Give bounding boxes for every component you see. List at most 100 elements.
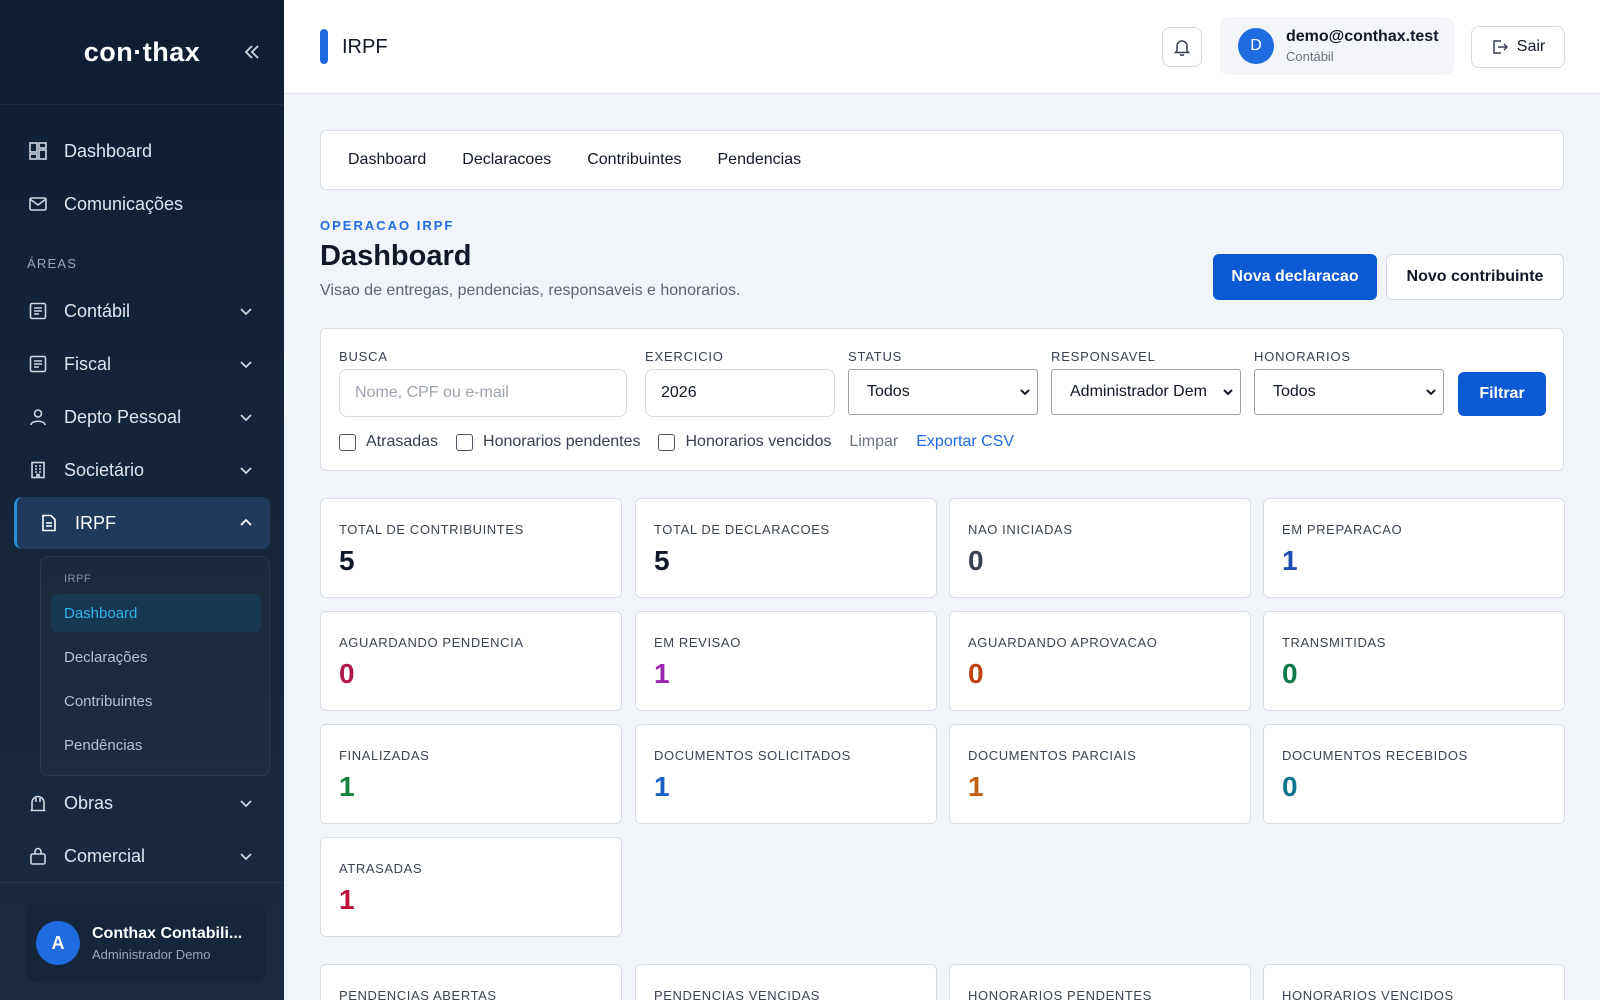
avatar: A	[36, 921, 80, 965]
new-taxpayer-button[interactable]: Novo contribuinte	[1386, 254, 1564, 300]
sidebar-item-label: Societário	[64, 459, 145, 480]
submenu-label: IRPF	[64, 573, 92, 585]
chevron-down-icon	[1223, 389, 1233, 396]
logout-button[interactable]: Sair	[1471, 26, 1565, 68]
sidebar-item-label: IRPF	[75, 512, 117, 533]
document-icon	[39, 513, 59, 533]
stat-value: 1	[339, 771, 355, 802]
stat-label: EM REVISAO	[654, 635, 741, 650]
stat-label: TRANSMITIDAS	[1282, 635, 1386, 650]
logout-icon	[1493, 40, 1508, 54]
stat-card: PENDENCIAS ABERTAS	[320, 964, 622, 1000]
honorarios-select-value: Todos	[1273, 383, 1316, 400]
app-logo: con·thax	[83, 36, 201, 67]
exercicio-input[interactable]: 2026	[645, 369, 835, 417]
chevron-up-icon	[240, 518, 252, 526]
chevron-down-icon	[240, 467, 252, 475]
stat-card: DOCUMENTOS RECEBIDOS 0	[1263, 724, 1565, 824]
chevron-down-icon	[1020, 389, 1030, 396]
stat-label: TOTAL DE DECLARACOES	[654, 522, 830, 537]
responsavel-select[interactable]: Administrador Dem	[1051, 369, 1241, 415]
search-input[interactable]: Nome, CPF ou e-mail	[339, 369, 627, 417]
stat-card: HONORARIOS VENCIDOS	[1263, 964, 1565, 1000]
checkbox-box[interactable]	[456, 433, 474, 451]
tab-contribuintes[interactable]: Contribuintes	[587, 151, 681, 169]
status-select[interactable]: Todos	[848, 369, 1038, 415]
section-label: ÁREAS	[27, 256, 78, 271]
filter-button[interactable]: Filtrar	[1458, 372, 1546, 416]
title-accent	[320, 29, 328, 64]
account-menu[interactable]: D demo@conthax.test Contábil	[1220, 17, 1454, 75]
topbar: IRPF D demo@conthax.test Contábil Sair	[284, 0, 1600, 94]
busca-label: BUSCA	[339, 349, 388, 364]
tab-declaracoes[interactable]: Declaracoes	[462, 151, 551, 169]
stat-label: EM PREPARACAO	[1282, 522, 1403, 537]
stat-label: HONORARIOS VENCIDOS	[1282, 988, 1454, 1000]
clear-filters-link[interactable]: Limpar	[849, 433, 898, 451]
checkbox-box[interactable]	[339, 433, 356, 451]
stat-value: 1	[654, 771, 670, 802]
stat-card: DOCUMENTOS SOLICITADOS 1	[635, 724, 937, 824]
stat-value: 0	[968, 545, 984, 576]
sidebar-item-irpf[interactable]: IRPF	[14, 497, 270, 549]
stat-card: TRANSMITIDAS 0	[1263, 611, 1565, 711]
stat-card: EM REVISAO 1	[635, 611, 937, 711]
sidebar-item-obras[interactable]: Obras	[14, 777, 270, 829]
user-icon	[28, 407, 48, 427]
honorarios-pendentes-checkbox[interactable]: Honorarios pendentes	[456, 433, 640, 451]
stat-label: DOCUMENTOS RECEBIDOS	[1282, 748, 1468, 763]
atrasadas-checkbox[interactable]: Atrasadas	[339, 433, 438, 451]
chevron-down-icon	[240, 361, 252, 369]
submenu-item-pendencias[interactable]: Pendências	[51, 726, 261, 764]
sidebar-item-comunicacoes[interactable]: Comunicações	[14, 178, 270, 230]
collapse-sidebar-icon[interactable]	[240, 40, 264, 64]
sidebar-item-dashboard[interactable]: Dashboard	[14, 125, 270, 177]
chevron-down-icon	[240, 308, 252, 316]
export-csv-link[interactable]: Exportar CSV	[916, 433, 1014, 451]
exercicio-label: EXERCICIO	[645, 349, 724, 364]
tab-dashboard[interactable]: Dashboard	[348, 151, 426, 169]
honorarios-vencidos-checkbox[interactable]: Honorarios vencidos	[658, 433, 831, 451]
checkbox-box[interactable]	[658, 433, 676, 451]
building-icon	[28, 460, 48, 480]
stat-value: 5	[654, 545, 670, 576]
page-section-title: IRPF	[342, 36, 388, 58]
organization-name: Conthax Contabili...	[92, 924, 243, 942]
sidebar-item-societario[interactable]: Societário	[14, 444, 270, 496]
bell-icon	[1173, 40, 1191, 56]
responsavel-label: RESPONSAVEL	[1051, 349, 1156, 364]
account-email: demo@conthax.test	[1286, 28, 1439, 45]
stat-label: DOCUMENTOS SOLICITADOS	[654, 748, 851, 763]
sidebar-item-comercial[interactable]: Comercial	[14, 830, 270, 882]
checkbox-label: Atrasadas	[366, 433, 439, 450]
new-declaration-button[interactable]: Nova declaracao	[1213, 254, 1377, 300]
sidebar-item-label: Comunicações	[64, 193, 184, 214]
stat-label: AGUARDANDO PENDENCIA	[339, 635, 524, 650]
sidebar-footer: A Conthax Contabili... Administrador Dem…	[0, 882, 284, 1000]
submenu-item-contribuintes[interactable]: Contribuintes	[51, 682, 261, 720]
notifications-button[interactable]	[1162, 27, 1202, 67]
stat-value: 0	[968, 658, 984, 689]
page-eyebrow: OPERACAO IRPF	[320, 218, 455, 233]
stat-card: PENDENCIAS VENCIDAS	[635, 964, 937, 1000]
mail-icon	[28, 194, 48, 214]
sidebar-item-label: Comercial	[64, 845, 146, 866]
sidebar: con·thax Dashboard Comunicações ÁREAS Co…	[0, 0, 284, 1000]
ledger-icon	[28, 301, 48, 321]
submenu-item-dashboard[interactable]: Dashboard	[51, 594, 261, 632]
sidebar-item-fiscal[interactable]: Fiscal	[14, 338, 270, 390]
stat-card: TOTAL DE DECLARACOES 5	[635, 498, 937, 598]
stat-value: 0	[1282, 658, 1298, 689]
sidebar-item-contabil[interactable]: Contábil	[14, 285, 270, 337]
stat-value: 0	[339, 658, 355, 689]
logout-label: Sair	[1516, 38, 1546, 55]
crane-icon	[28, 793, 48, 813]
stat-label: PENDENCIAS ABERTAS	[339, 988, 497, 1000]
submenu-item-declaracoes[interactable]: Declarações	[51, 638, 261, 676]
honorarios-select[interactable]: Todos	[1254, 369, 1444, 415]
status-label: STATUS	[848, 349, 903, 364]
tab-pendencias[interactable]: Pendencias	[718, 151, 802, 169]
organization-card[interactable]: A Conthax Contabili... Administrador Dem…	[26, 903, 266, 983]
sidebar-item-depto-pessoal[interactable]: Depto Pessoal	[14, 391, 270, 443]
sidebar-item-label: Dashboard	[64, 140, 153, 161]
